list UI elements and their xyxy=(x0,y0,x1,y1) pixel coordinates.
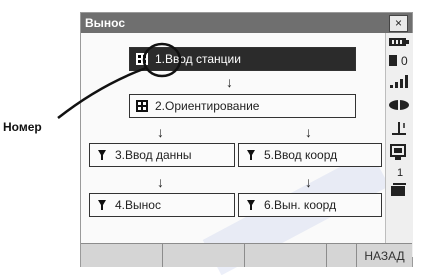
target-icon xyxy=(389,55,397,66)
menu-stakeout-label: 4.Вынос xyxy=(115,198,161,212)
softkey-bar: НАЗАД xyxy=(81,243,412,267)
menu-orientation[interactable]: 2.Ориентирование xyxy=(129,94,356,118)
close-button[interactable]: × xyxy=(389,15,408,32)
softkey-1[interactable] xyxy=(81,244,163,267)
signal-icon xyxy=(390,75,408,88)
grid-icon xyxy=(136,100,148,112)
main-menu: 1.Ввод станции ↓ 2.Ориентирование ↓ ↓ 3.… xyxy=(81,33,390,275)
menu-orientation-label: 2.Ориентирование xyxy=(155,99,260,113)
title-bar: Вынос × xyxy=(81,13,412,33)
back-button-label: НАЗАД xyxy=(364,248,405,263)
instrument-icon xyxy=(390,144,406,160)
menu-station-entry[interactable]: 1.Ввод станции xyxy=(129,47,356,71)
prism-icon xyxy=(98,200,106,210)
device-screen: Вынос × 1.Ввод станции ↓ 2.Ориентировани… xyxy=(80,12,413,275)
menu-coord-stakeout[interactable]: 6.Вын. коорд xyxy=(238,193,382,217)
status-sidebar: 0 1 xyxy=(385,33,413,257)
prism-icon xyxy=(247,200,255,210)
menu-coord-entry-label: 5.Ввод коорд xyxy=(264,148,338,162)
flow-arrow: ↓ xyxy=(305,124,312,140)
flow-arrow: ↓ xyxy=(157,174,164,190)
menu-station-entry-label: 1.Ввод станции xyxy=(155,52,241,66)
prism-icon xyxy=(98,150,106,160)
prism-constant-value: 0 xyxy=(401,54,408,68)
softkey-2[interactable] xyxy=(163,244,245,267)
callout-label: Номер xyxy=(3,120,42,134)
softkey-3[interactable] xyxy=(245,244,327,267)
flow-arrow: ↓ xyxy=(157,124,164,140)
menu-coord-stakeout-label: 6.Вын. коорд xyxy=(264,198,337,212)
flow-arrow: ↓ xyxy=(226,74,233,90)
flow-arrow: ↓ xyxy=(305,174,312,190)
input-mode-icon xyxy=(391,183,406,196)
menu-data-entry-label: 3.Ввод данны xyxy=(115,148,192,162)
softkey-4[interactable] xyxy=(327,244,357,267)
page-indicator-value: 1 xyxy=(397,167,404,179)
back-button[interactable]: НАЗАД xyxy=(357,244,412,267)
window-title: Вынос xyxy=(85,16,126,30)
menu-data-entry[interactable]: 3.Ввод данны xyxy=(89,143,235,167)
menu-stakeout[interactable]: 4.Вынос xyxy=(89,193,235,217)
station-icon xyxy=(136,53,148,65)
laser-icon xyxy=(389,100,409,110)
battery-icon xyxy=(389,38,409,46)
close-icon: × xyxy=(394,16,402,30)
prism-icon xyxy=(247,150,255,160)
menu-coord-entry[interactable]: 5.Ввод коорд xyxy=(238,143,382,167)
tilt-icon xyxy=(392,122,406,135)
